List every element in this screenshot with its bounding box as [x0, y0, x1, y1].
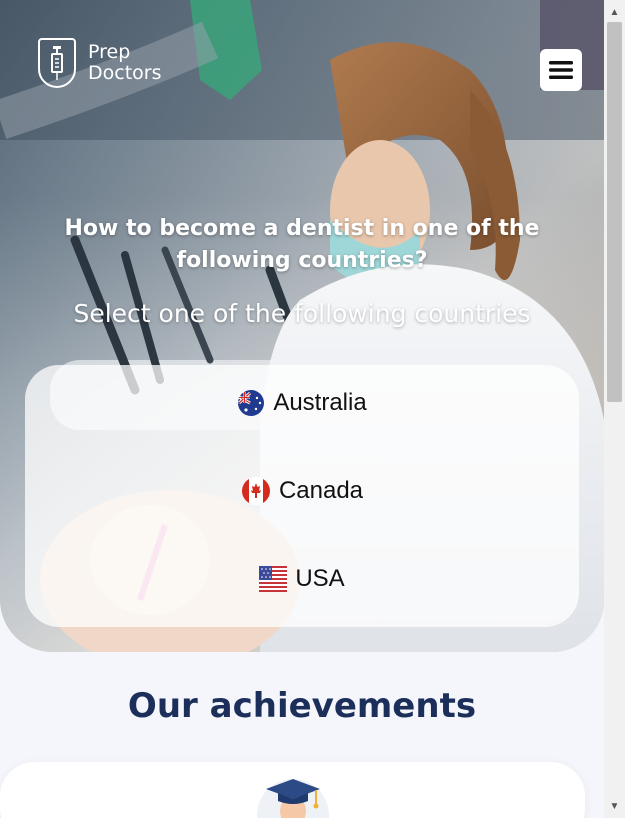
australia-flag-icon	[237, 389, 265, 417]
country-label-australia: Australia	[273, 389, 367, 416]
country-label-usa: USA	[295, 565, 345, 592]
country-label-canada: Canada	[278, 477, 364, 504]
vertical-scrollbar[interactable]: ▲ ▼	[604, 0, 625, 818]
country-option-usa[interactable]: USA	[25, 565, 579, 593]
usa-flag-icon	[259, 566, 288, 592]
achievements-title: Our achievements	[127, 686, 477, 726]
country-option-australia[interactable]: Australia	[25, 389, 579, 417]
country-selector: Australia Canada USA	[25, 365, 579, 627]
logo-line-prep: Prep	[88, 41, 131, 63]
hero-section: Prep Doctors How to become a dentist in …	[0, 0, 604, 652]
hero-subtitle: Select one of the following countries	[73, 299, 531, 328]
scroll-thumb[interactable]	[607, 22, 622, 402]
scroll-down-arrow-icon[interactable]: ▼	[604, 796, 625, 816]
hamburger-menu-icon	[549, 61, 573, 79]
country-option-canada[interactable]: Canada	[25, 476, 579, 506]
hero-title: How to become a dentist in one of the fo…	[64, 216, 540, 273]
graduate-icon	[256, 775, 330, 818]
menu-button[interactable]	[540, 49, 582, 91]
page: Prep Doctors How to become a dentist in …	[0, 0, 604, 818]
logo-line-doctors: Doctors	[88, 62, 162, 84]
syringe-logo-icon	[38, 38, 76, 88]
canada-flag-icon	[241, 476, 271, 506]
logo[interactable]: Prep Doctors	[38, 38, 162, 88]
logo-text: Prep Doctors	[88, 42, 162, 84]
scroll-up-arrow-icon[interactable]: ▲	[604, 2, 625, 22]
